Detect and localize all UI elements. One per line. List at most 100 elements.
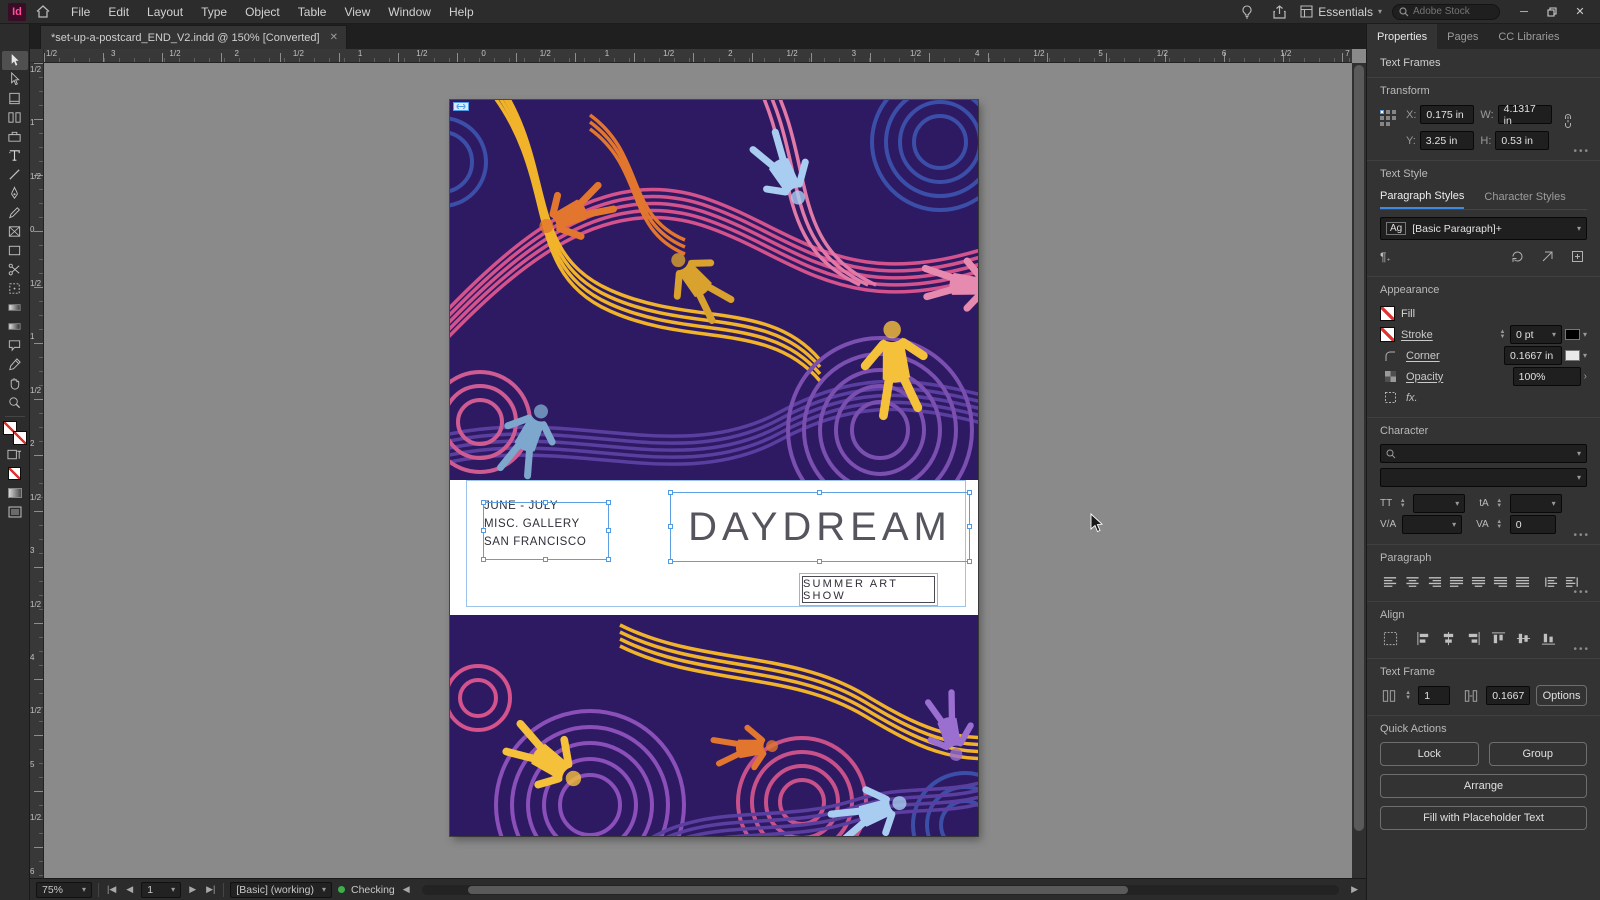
menu-table[interactable]: Table (289, 0, 336, 24)
screen-mode-button[interactable] (2, 502, 28, 521)
x-input[interactable]: 0.175 in (1420, 105, 1475, 124)
menu-object[interactable]: Object (236, 0, 289, 24)
stroke-stepper[interactable]: ▲ ▼ (1498, 329, 1507, 340)
gradient-swatch-tool[interactable] (2, 298, 28, 317)
menu-type[interactable]: Type (192, 0, 236, 24)
align-to-selection-icon[interactable] (1380, 630, 1400, 648)
page[interactable]: JUNE - JULY MISC. GALLERY SAN FRANCISCO … (450, 100, 978, 836)
tab-cc-libraries[interactable]: CC Libraries (1488, 24, 1569, 49)
leading-select[interactable]: ▾ (1509, 494, 1562, 513)
zoom-tool[interactable] (2, 393, 28, 412)
minimize-icon[interactable]: ─ (1510, 1, 1538, 23)
zoom-level-select[interactable]: 75% ▾ (36, 881, 92, 898)
justify-last-left-icon[interactable] (1446, 573, 1466, 591)
learn-bulb-icon[interactable] (1236, 3, 1258, 21)
hand-tool[interactable] (2, 374, 28, 393)
stroke-swatch-none[interactable] (12, 431, 27, 445)
gutter-input[interactable]: 0.1667 (1486, 686, 1531, 705)
arrange-button[interactable]: Arrange (1380, 774, 1587, 798)
align-objects-right-icon[interactable] (1463, 630, 1483, 648)
first-page-button[interactable]: |◀ (105, 884, 118, 895)
object-effects-icon[interactable] (1380, 389, 1400, 407)
page-tool[interactable] (2, 89, 28, 108)
paragraph-more-options[interactable]: ••• (1573, 587, 1590, 598)
rectangle-tool[interactable] (2, 241, 28, 260)
opacity-input[interactable]: 100% (1512, 367, 1581, 386)
opacity-link[interactable]: Opacity (1406, 371, 1443, 383)
formatting-affects-text-toggle[interactable] (2, 445, 28, 464)
redefine-style-icon[interactable] (1507, 248, 1527, 266)
align-right-icon[interactable] (1424, 573, 1444, 591)
tab-character-styles[interactable]: Character Styles (1484, 188, 1565, 208)
w-input[interactable]: 4.1317 in (1497, 103, 1552, 127)
direct-selection-tool[interactable] (2, 70, 28, 89)
ruler-origin[interactable] (30, 49, 44, 63)
selection-tool[interactable] (1, 51, 28, 70)
justify-last-right-icon[interactable] (1490, 573, 1510, 591)
preflight-profile-select[interactable]: [Basic] (working) ▾ (230, 881, 332, 898)
corner-shape-swatch[interactable] (1564, 350, 1580, 361)
font-family-select[interactable]: ▾ (1380, 444, 1587, 463)
align-objects-vcenter-icon[interactable] (1513, 630, 1533, 648)
next-page-button[interactable]: ▶ (187, 884, 198, 895)
corner-link[interactable]: Corner (1406, 350, 1440, 362)
clear-overrides-icon[interactable] (1537, 248, 1557, 266)
rectangle-frame-tool[interactable] (2, 222, 28, 241)
justify-last-center-icon[interactable] (1468, 573, 1488, 591)
h-input[interactable]: 0.53 in (1495, 131, 1550, 150)
fill-placeholder-button[interactable]: Fill with Placeholder Text (1380, 806, 1587, 830)
pasteboard[interactable]: JUNE - JULY MISC. GALLERY SAN FRANCISCO … (44, 63, 1352, 878)
last-page-button[interactable]: ▶| (204, 884, 217, 895)
tab-paragraph-styles[interactable]: Paragraph Styles (1380, 187, 1465, 209)
lock-button[interactable]: Lock (1380, 742, 1479, 766)
stock-search[interactable] (1392, 3, 1500, 20)
apply-gradient-button[interactable] (2, 483, 28, 502)
scroll-left-arrow[interactable]: ◀ (401, 884, 412, 895)
page-number-select[interactable]: 1 ▾ (141, 881, 182, 898)
group-button[interactable]: Group (1488, 742, 1587, 766)
columns-stepper[interactable]: ▲ ▼ (1404, 690, 1412, 701)
home-icon[interactable] (32, 3, 54, 21)
tracking-stepper[interactable]: ▲ ▼ (1495, 519, 1504, 530)
align-objects-bottom-icon[interactable] (1538, 630, 1558, 648)
fill-stroke-proxy[interactable] (2, 421, 27, 445)
stroke-color-swatch[interactable] (1564, 329, 1580, 340)
columns-input[interactable]: 1 (1418, 686, 1451, 705)
align-towards-spine-icon[interactable] (1540, 573, 1560, 591)
menu-help[interactable]: Help (440, 0, 483, 24)
scissors-tool[interactable] (2, 260, 28, 279)
font-style-select[interactable]: ▾ (1380, 468, 1587, 487)
stroke-weight-select[interactable]: 0 pt ▾ (1509, 325, 1562, 344)
font-size-stepper[interactable]: ▲ ▼ (1398, 498, 1407, 509)
workspace-switcher[interactable]: Essentials ▾ (1300, 5, 1382, 19)
tab-pages[interactable]: Pages (1437, 24, 1488, 49)
line-tool[interactable] (2, 165, 28, 184)
menu-file[interactable]: File (62, 0, 99, 24)
kerning-select[interactable]: ▾ (1402, 515, 1463, 534)
color-theme-tool[interactable] (2, 355, 28, 374)
free-transform-tool[interactable] (2, 279, 28, 298)
document-tab[interactable]: *set-up-a-postcard_END_V2.indd @ 150% [C… (40, 25, 347, 49)
linked-image-badge[interactable] (453, 102, 469, 111)
menu-layout[interactable]: Layout (138, 0, 192, 24)
text-frame-options-button[interactable]: Options (1536, 685, 1587, 706)
character-more-options[interactable]: ••• (1573, 530, 1590, 541)
corner-radius-input[interactable]: 0.1667 in (1503, 346, 1562, 365)
close-icon[interactable]: ✕ (1566, 1, 1594, 23)
tab-close-icon[interactable]: ✕ (330, 32, 338, 43)
reference-point-proxy[interactable] (1380, 110, 1396, 126)
justify-all-icon[interactable] (1512, 573, 1532, 591)
menu-edit[interactable]: Edit (99, 0, 138, 24)
title-frame-selection[interactable] (668, 490, 972, 564)
share-icon[interactable] (1268, 3, 1290, 21)
apply-none-button[interactable] (2, 464, 28, 483)
pencil-tool[interactable] (2, 203, 28, 222)
align-objects-left-icon[interactable] (1413, 630, 1433, 648)
gap-tool[interactable] (2, 108, 28, 127)
leading-stepper[interactable]: ▲ ▼ (1495, 498, 1504, 509)
search-input[interactable] (1413, 6, 1493, 17)
align-more-options[interactable]: ••• (1573, 644, 1590, 655)
type-tool[interactable] (2, 146, 28, 165)
paragraph-style-select[interactable]: Ag [Basic Paragraph]+ ▾ (1380, 217, 1587, 240)
menu-window[interactable]: Window (379, 0, 440, 24)
